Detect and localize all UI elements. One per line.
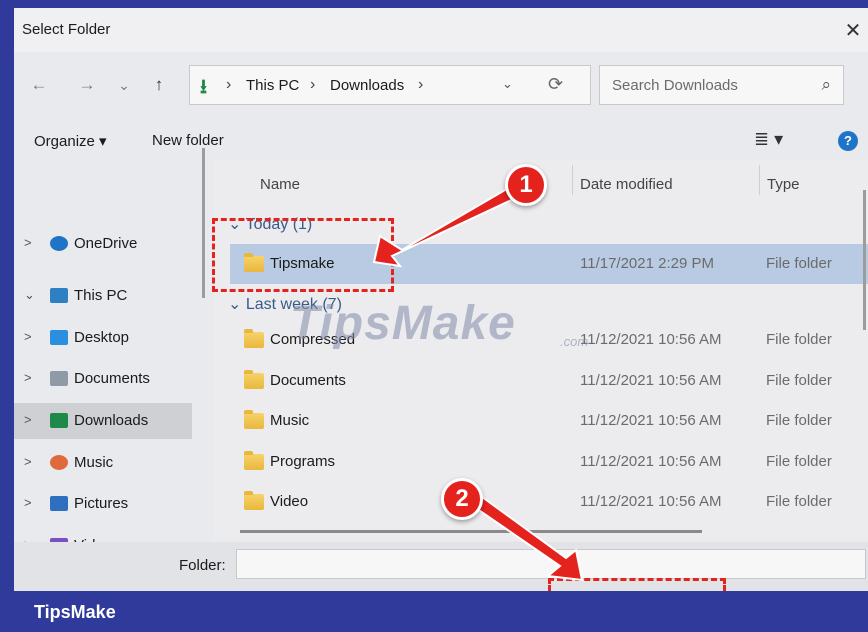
arrow-1 bbox=[372, 184, 522, 268]
screenshot-frame: Select Folder ✕ ← → ⌄ ↑ ⭳ › This PC › Do… bbox=[0, 0, 868, 632]
brand-name: TipsMake bbox=[34, 602, 116, 622]
step-1-badge: 1 bbox=[505, 164, 547, 206]
arrow-2 bbox=[468, 492, 584, 582]
brand-footer: TipsMake bbox=[0, 591, 868, 632]
callout-arrows bbox=[372, 184, 584, 582]
step-2-badge: 2 bbox=[441, 478, 483, 520]
